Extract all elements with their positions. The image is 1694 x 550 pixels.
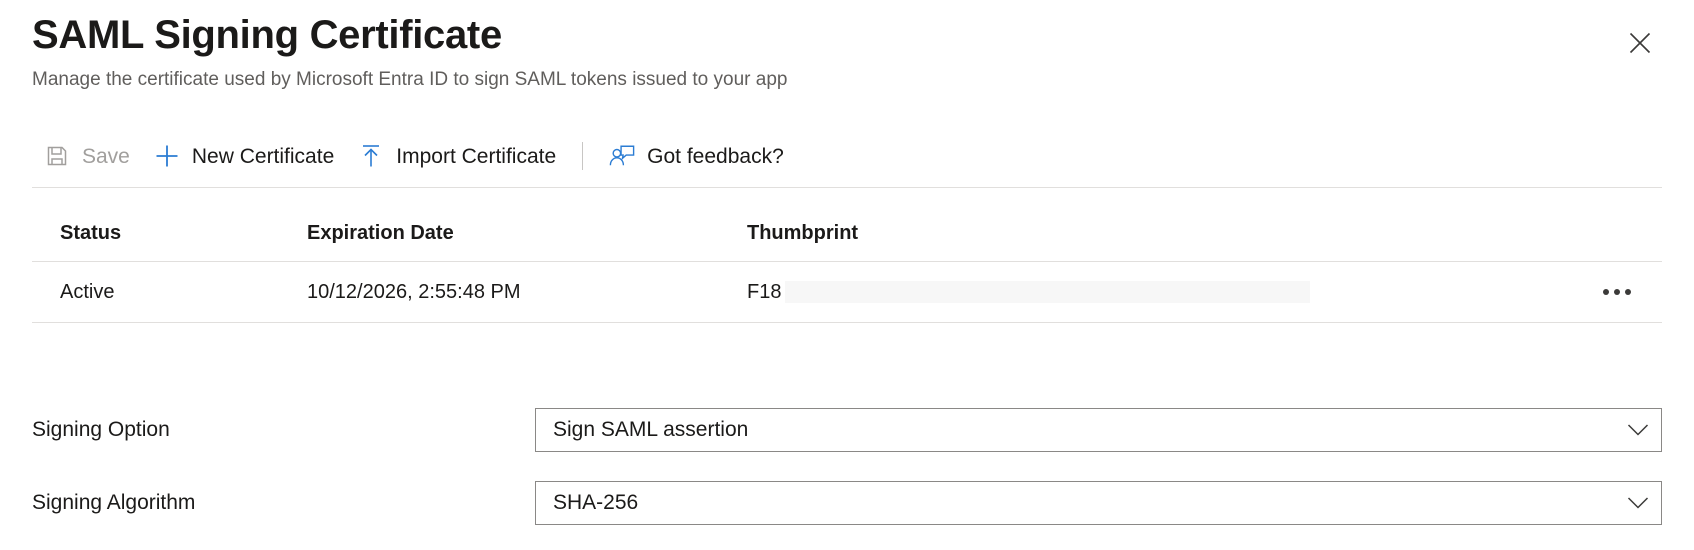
- save-button-label: Save: [82, 146, 130, 167]
- new-certificate-label: New Certificate: [192, 146, 334, 167]
- more-ellipsis-icon[interactable]: [1597, 281, 1637, 303]
- cell-expiration-date: 10/12/2026, 2:55:48 PM: [307, 281, 747, 304]
- cell-status: Active: [32, 281, 307, 304]
- page-title: SAML Signing Certificate: [32, 12, 1662, 58]
- certificate-settings-form: Signing Option Sign SAML assertion Signi…: [32, 393, 1662, 539]
- signing-algorithm-label: Signing Algorithm: [32, 491, 535, 515]
- thumbprint-value: F18: [747, 281, 781, 304]
- form-row-signing-algorithm: Signing Algorithm SHA-256: [32, 466, 1662, 539]
- command-bar-divider: [32, 187, 1662, 188]
- signing-algorithm-dropdown[interactable]: SHA-256: [535, 481, 1662, 525]
- upload-arrow-icon: [358, 143, 384, 169]
- column-header-status: Status: [32, 222, 307, 245]
- signing-option-dropdown[interactable]: Sign SAML assertion: [535, 408, 1662, 452]
- ellipsis-dot: [1614, 289, 1620, 295]
- table-row[interactable]: Active 10/12/2026, 2:55:48 PM F18: [32, 262, 1662, 323]
- new-certificate-button[interactable]: New Certificate: [142, 134, 346, 178]
- ellipsis-dot: [1625, 289, 1631, 295]
- got-feedback-label: Got feedback?: [647, 146, 784, 167]
- form-row-signing-option: Signing Option Sign SAML assertion: [32, 393, 1662, 466]
- person-feedback-icon: [609, 143, 635, 169]
- signing-algorithm-value: SHA-256: [536, 491, 1615, 515]
- chevron-down-icon: [1615, 423, 1661, 437]
- save-button[interactable]: Save: [32, 134, 142, 178]
- table-header-row: Status Expiration Date Thumbprint: [32, 205, 1662, 262]
- chevron-down-icon: [1615, 496, 1661, 510]
- certificates-table: Status Expiration Date Thumbprint Active…: [32, 205, 1662, 323]
- command-bar: Save New Certificate Import Certificate: [32, 129, 1662, 183]
- page-subtitle: Manage the certificate used by Microsoft…: [32, 68, 1662, 93]
- command-bar-separator: [582, 142, 583, 170]
- column-header-thumbprint: Thumbprint: [747, 222, 1572, 245]
- save-floppy-icon: [44, 143, 70, 169]
- got-feedback-button[interactable]: Got feedback?: [597, 134, 796, 178]
- column-header-expiration-date: Expiration Date: [307, 222, 747, 245]
- plus-icon: [154, 143, 180, 169]
- import-certificate-label: Import Certificate: [396, 146, 556, 167]
- signing-option-value: Sign SAML assertion: [536, 418, 1615, 442]
- close-icon: [1627, 30, 1653, 59]
- cell-thumbprint: F18: [747, 281, 1572, 304]
- import-certificate-button[interactable]: Import Certificate: [346, 134, 568, 178]
- ellipsis-dot: [1603, 289, 1609, 295]
- thumbprint-redaction-bar: [785, 281, 1310, 303]
- blade-header: SAML Signing Certificate Manage the cert…: [32, 12, 1662, 93]
- row-actions: [1572, 281, 1662, 303]
- close-button[interactable]: [1618, 22, 1662, 66]
- signing-option-label: Signing Option: [32, 418, 535, 442]
- saml-signing-certificate-blade: SAML Signing Certificate Manage the cert…: [0, 0, 1694, 550]
